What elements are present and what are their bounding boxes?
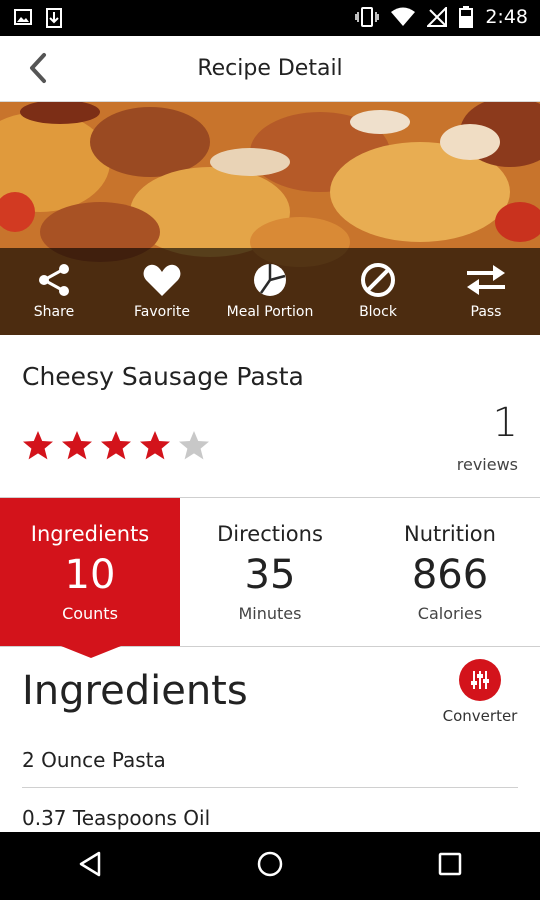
reviews-count[interactable]: 1 [398,400,518,446]
tab-label: Nutrition [404,522,496,546]
converter-label: Converter [442,707,518,725]
status-bar: 2:48 [0,0,540,36]
download-icon [46,8,62,28]
share-label: Share [33,304,75,320]
sliders-icon [459,659,501,701]
back-triangle-icon [77,850,103,882]
page-title: Recipe Detail [197,56,343,81]
recipe-hero-image: Share Favorite Meal Portion Block Pass [0,102,540,335]
star-rating[interactable] [22,430,210,462]
pass-label: Pass [470,304,502,320]
tab-unit: Minutes [238,604,302,623]
tab-ingredients[interactable]: Ingredients 10 Counts [0,498,180,646]
recipe-tabs: Ingredients 10 Counts Directions 35 Minu… [0,497,540,647]
home-circle-icon [256,850,284,882]
converter-button[interactable]: Converter [438,659,522,725]
tab-value: 866 [411,552,489,598]
nav-home-button[interactable] [230,836,310,896]
share-icon [36,262,72,298]
block-icon [360,262,396,298]
tab-nutrition[interactable]: Nutrition 866 Calories [360,498,540,646]
recipe-title: Cheesy Sausage Pasta [22,362,304,391]
vibrate-icon [355,6,380,28]
heart-icon [143,262,181,298]
app-bar: Recipe Detail [0,36,540,102]
no-signal-icon [427,7,448,27]
list-item[interactable]: 2 Ounce Pasta [22,730,518,788]
swap-arrows-icon [465,262,507,298]
recipe-action-bar: Share Favorite Meal Portion Block Pass [0,248,540,335]
meal-portion-button[interactable]: Meal Portion [216,248,324,335]
star-filled-icon[interactable] [61,430,93,462]
system-nav-bar [0,832,540,900]
block-button[interactable]: Block [324,248,432,335]
image-icon [14,8,32,28]
favorite-button[interactable]: Favorite [108,248,216,335]
nav-back-button[interactable] [50,836,130,896]
pie-chart-icon [252,262,288,298]
battery-icon [459,6,474,28]
favorite-label: Favorite [134,304,190,320]
star-filled-icon[interactable] [22,430,54,462]
pass-button[interactable]: Pass [432,248,540,335]
tab-value: 10 [64,552,116,598]
star-filled-icon[interactable] [100,430,132,462]
tab-label: Directions [217,522,323,546]
star-empty-icon[interactable] [178,430,210,462]
reviews-label[interactable]: reviews [398,455,518,474]
status-time: 2:48 [485,6,528,28]
tab-value: 35 [244,552,296,598]
tab-unit: Calories [417,604,483,623]
block-label: Block [359,304,397,320]
active-tab-pointer [61,646,121,658]
tab-unit: Counts [62,604,118,623]
ingredient-list: 2 Ounce Pasta 0.37 Teaspoons Oil [22,730,518,846]
recents-square-icon [437,851,463,881]
tab-label: Ingredients [30,522,150,546]
wifi-icon [391,7,416,27]
tab-directions[interactable]: Directions 35 Minutes [180,498,360,646]
ingredients-heading: Ingredients [22,668,248,714]
nav-recents-button[interactable] [410,836,490,896]
meal-portion-label: Meal Portion [226,304,314,320]
star-filled-icon[interactable] [139,430,171,462]
share-button[interactable]: Share [0,248,108,335]
